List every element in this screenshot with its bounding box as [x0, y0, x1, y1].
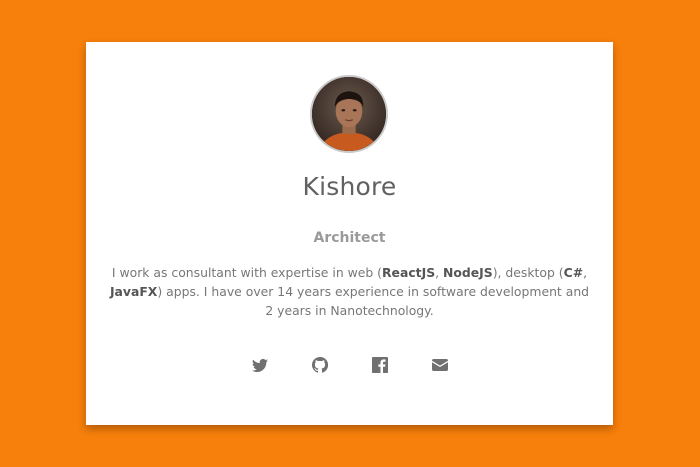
facebook-link[interactable] [371, 357, 388, 373]
github-link[interactable] [311, 357, 328, 373]
github-icon [311, 357, 328, 373]
avatar [310, 75, 388, 153]
bio-highlight: JavaFX [109, 284, 158, 299]
bio-text: , [583, 265, 588, 280]
email-link[interactable] [431, 357, 448, 373]
bio-highlight: C# [563, 265, 584, 280]
bio-text: ), desktop ( [492, 265, 564, 280]
profile-name: Kishore [302, 172, 397, 201]
facebook-icon [371, 357, 388, 373]
profile-card: Kishore Architect I work as consultant w… [86, 42, 613, 425]
bio-text: ) apps. I have over 14 years experience … [157, 284, 590, 318]
twitter-link[interactable] [251, 357, 268, 373]
bio-highlight: NodeJS [443, 265, 493, 280]
bio-text: I work as consultant with expertise in w… [111, 265, 383, 280]
avatar-photo [312, 77, 386, 151]
profile-role: Architect [313, 230, 386, 246]
bio-text: , [435, 265, 444, 280]
profile-bio: I work as consultant with expertise in w… [108, 263, 591, 320]
social-links [86, 357, 613, 373]
twitter-icon [251, 357, 268, 373]
email-icon [431, 357, 448, 373]
page-background: Kishore Architect I work as consultant w… [0, 0, 700, 467]
bio-highlight: ReactJS [382, 265, 436, 280]
